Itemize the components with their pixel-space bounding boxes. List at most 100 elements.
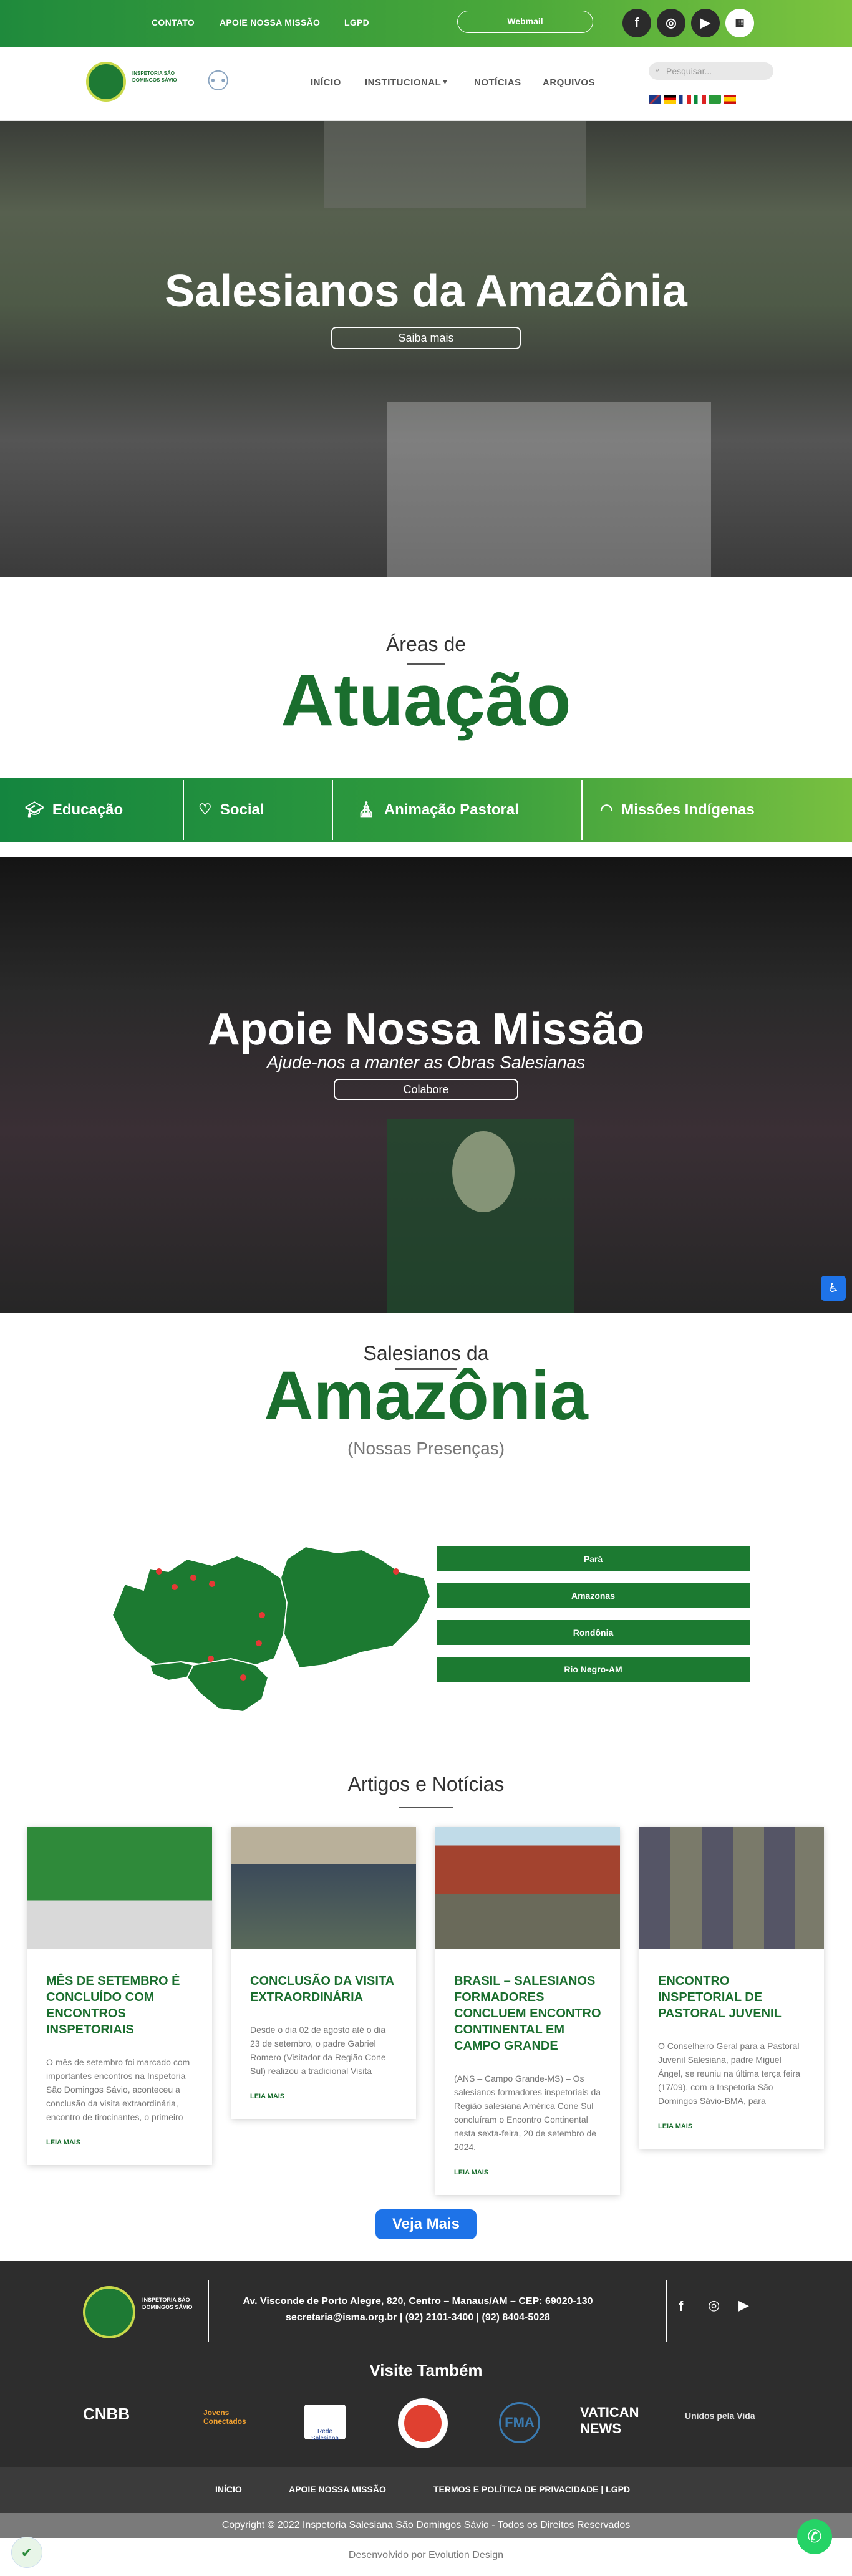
nav-institucional[interactable]: INSTITUCIONAL [365,77,441,88]
state-para-button[interactable]: Pará [437,1546,750,1571]
instagram-icon[interactable]: ◎ [657,9,685,37]
flag-it-icon[interactable] [694,95,706,104]
site-logo[interactable] [86,62,126,102]
accessibility-icon[interactable]: ♿︎ [821,1276,846,1301]
map-marker[interactable] [172,1584,178,1590]
areas-small-heading: Áreas de [385,633,467,655]
map-marker[interactable] [259,1612,265,1618]
flag-de-icon[interactable] [664,95,676,104]
news-card-title[interactable]: BRASIL – SALESIANOS FORMADORES CONCLUEM … [435,1949,620,2054]
flag-es-icon[interactable] [724,95,736,104]
map-acre[interactable] [148,1661,195,1682]
contato-link[interactable]: CONTATO [152,17,195,27]
separator [581,780,583,840]
news-card-excerpt: (ANS – Campo Grande-MS) – Os salesianos … [454,2073,601,2152]
partner-fma[interactable]: FMA [499,2402,540,2443]
partner-jovens-conectados[interactable]: Jovens Conectados [203,2408,247,2426]
partner-cnbb[interactable]: CNBB [83,2405,130,2424]
news-card-excerpt: Desde o dia 02 de agosto até o dia 23 de… [250,2025,386,2076]
footer-inicio-link[interactable]: INÍCIO [215,2484,242,2494]
visite-tambem-heading: Visite Também [369,2361,483,2380]
read-more-link[interactable]: LEIA MAIS [435,2154,620,2195]
qr-icon[interactable]: ▦ [725,9,754,37]
read-more-link[interactable]: LEIA MAIS [639,2108,824,2149]
map-marker[interactable] [208,1656,214,1662]
facebook-icon[interactable]: f [679,2299,683,2315]
nav-arquivos[interactable]: ARQUIVOS [543,77,595,88]
area-missoes-indigenas[interactable]: ◠ Missões Indígenas [600,778,837,842]
area-label: Animação Pastoral [384,801,519,818]
hero-banner: Salesianos da Amazônia Saiba mais [0,121,852,577]
veja-mais-button[interactable]: Veja Mais [375,2209,477,2239]
mission-subtitle: Ajude-nos a manter as Obras Salesianas [266,1053,586,1072]
hut-icon: ◠ [600,801,613,818]
instagram-icon[interactable]: ◎ [708,2297,720,2313]
news-card-title[interactable]: ENCONTRO INSPETORIAL DE PASTORAL JUVENIL [639,1949,824,2022]
map-marker[interactable] [156,1568,162,1575]
partner-unidos-pela-vida[interactable]: Unidos pela Vida [685,2411,755,2421]
map-marker[interactable] [190,1575,196,1581]
partner-vatican-news[interactable]: VATICAN NEWS [580,2405,674,2437]
map-marker[interactable] [240,1674,246,1681]
news-image[interactable] [435,1827,620,1949]
state-rio-negro-button[interactable]: Rio Negro-AM [437,1657,750,1682]
nav-noticias[interactable]: NOTÍCIAS [474,77,521,88]
cookie-consent-icon[interactable]: ✔ [11,2537,42,2568]
partner-rede-salesiana[interactable]: Rede Salesiana [304,2405,346,2442]
facebook-icon[interactable]: f [622,9,651,37]
news-card-title[interactable]: CONCLUSÃO DA VISITA EXTRAORDINÁRIA [231,1949,416,2005]
news-card-title[interactable]: MÊS DE SETEMBRO É CONCLUÍDO COM ENCONTRO… [27,1949,212,2038]
map-marker[interactable] [209,1581,215,1587]
news-card-excerpt: O Conselheiro Geral para a Pastoral Juve… [658,2041,801,2106]
news-image[interactable] [231,1827,416,1949]
map-rondonia[interactable] [186,1657,269,1713]
area-educacao[interactable]: 🎓︎ Educação [25,778,181,842]
divider [399,1807,453,1808]
footer-apoie-link[interactable]: APOIE NOSSA MISSÃO [289,2484,386,2494]
logo-text: INSPETORIA SÃO DOMINGOS SÁVIO [132,70,177,83]
presencas-subheading: (Nossas Presenças) [347,1439,505,1458]
search-input[interactable]: Pesquisar... [649,62,773,80]
saiba-mais-button[interactable]: Saiba mais [331,327,521,349]
area-social[interactable]: ♡ Social [198,778,323,842]
apoie-link[interactable]: APOIE NOSSA MISSÃO [220,17,320,27]
colabore-button[interactable]: Colabore [334,1079,518,1100]
amazon-map [111,1545,432,1713]
state-rondonia-button[interactable]: Rondônia [437,1620,750,1645]
news-card-excerpt: O mês de setembro foi marcado com import… [46,2057,190,2122]
whatsapp-icon[interactable]: ✆ [797,2519,832,2554]
lgpd-link[interactable]: LGPD [344,17,369,27]
news-card[interactable]: BRASIL – SALESIANOS FORMADORES CONCLUEM … [435,1827,620,2195]
youtube-icon[interactable]: ▶ [738,2297,749,2313]
footer-logo[interactable] [83,2286,135,2338]
map-amazonas[interactable] [111,1555,288,1666]
flag-br-icon[interactable] [709,95,721,104]
news-image[interactable] [27,1827,212,1949]
separator [666,2280,667,2342]
partner-salesian-seal-icon[interactable] [398,2398,448,2448]
heart-icon: ♡ [198,801,212,818]
map-marker[interactable] [393,1568,399,1575]
map-para[interactable] [279,1545,432,1669]
area-label: Social [220,801,264,818]
flag-en-icon[interactable] [649,95,661,104]
footer-termos-link[interactable]: TERMOS E POLÍTICA DE PRIVACIDADE | LGPD [433,2484,630,2494]
news-card[interactable]: MÊS DE SETEMBRO É CONCLUÍDO COM ENCONTRO… [27,1827,212,2165]
flag-fr-icon[interactable] [679,95,691,104]
read-more-link[interactable]: LEIA MAIS [27,2124,212,2165]
mission-banner: Apoie Nossa Missão Ajude-nos a manter as… [0,857,852,1313]
footer: INSPETORIA SÃO DOMINGOS SÁVIO Av. Viscon… [0,2261,852,2467]
youtube-icon[interactable]: ▶ [691,9,720,37]
read-more-link[interactable]: LEIA MAIS [231,2078,416,2119]
areas-bar: 🎓︎ Educação ♡ Social ⛪︎ Animação Pastora… [0,778,852,842]
nav-inicio[interactable]: INÍCIO [311,77,341,88]
webmail-button[interactable]: Webmail [457,11,593,33]
area-animacao-pastoral[interactable]: ⛪︎ Animação Pastoral [357,778,581,842]
news-card[interactable]: ENCONTRO INSPETORIAL DE PASTORAL JUVENIL… [639,1827,824,2149]
news-image[interactable] [639,1827,824,1949]
state-amazonas-button[interactable]: Amazonas [437,1583,750,1608]
area-label: Missões Indígenas [621,801,755,818]
developer-credit[interactable]: Desenvolvido por Evolution Design [0,2538,852,2576]
map-marker[interactable] [256,1640,262,1646]
news-card[interactable]: CONCLUSÃO DA VISITA EXTRAORDINÁRIA Desde… [231,1827,416,2119]
